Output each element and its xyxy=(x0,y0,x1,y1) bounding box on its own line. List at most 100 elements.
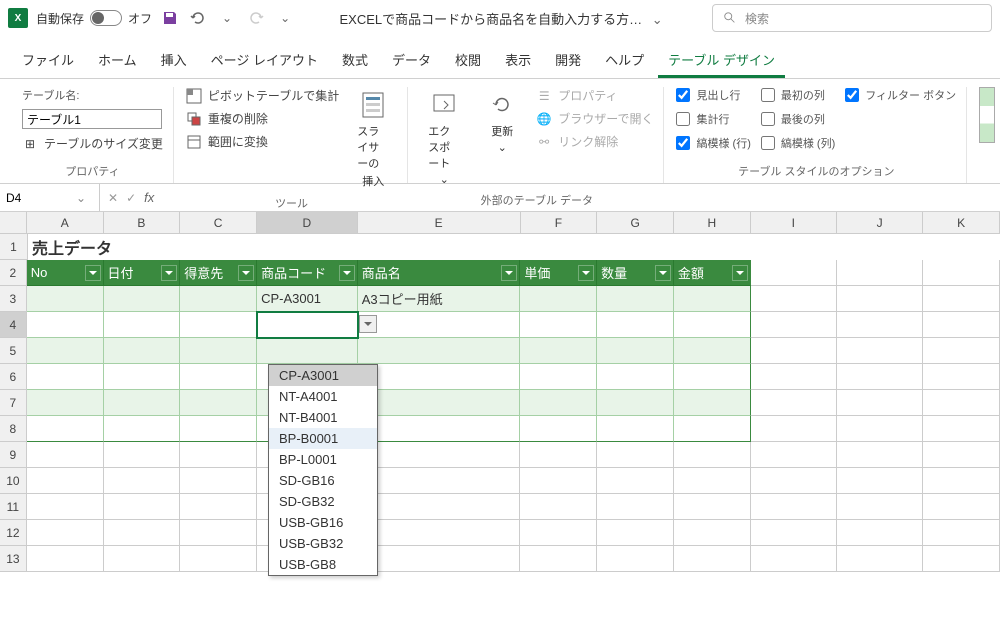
cell[interactable] xyxy=(597,546,674,572)
th-no[interactable]: No xyxy=(27,260,104,286)
col-header-K[interactable]: K xyxy=(923,212,1000,234)
header-row-checkbox[interactable]: 見出し行 xyxy=(676,87,750,103)
cell[interactable] xyxy=(923,364,1000,390)
cell[interactable] xyxy=(751,286,837,312)
cell[interactable] xyxy=(104,390,181,416)
cell[interactable] xyxy=(180,494,257,520)
cell[interactable] xyxy=(923,494,1000,520)
save-icon[interactable] xyxy=(160,8,180,28)
cell[interactable] xyxy=(104,338,181,364)
cell[interactable] xyxy=(27,468,104,494)
row-header-6[interactable]: 6 xyxy=(0,364,27,390)
cell[interactable] xyxy=(597,468,674,494)
cell[interactable] xyxy=(751,494,837,520)
cell[interactable] xyxy=(674,338,751,364)
autosave-toggle[interactable]: 自動保存 オフ xyxy=(36,10,152,27)
cell[interactable] xyxy=(923,390,1000,416)
cell[interactable] xyxy=(180,468,257,494)
cell[interactable] xyxy=(923,546,1000,572)
table-styles-preview[interactable] xyxy=(979,87,995,143)
cell[interactable] xyxy=(674,442,751,468)
cell[interactable] xyxy=(104,286,181,312)
cell[interactable] xyxy=(923,442,1000,468)
cell[interactable] xyxy=(751,416,837,442)
tab-home[interactable]: ホーム xyxy=(88,44,147,78)
cell[interactable] xyxy=(358,338,521,364)
cell[interactable] xyxy=(27,286,104,312)
cell[interactable] xyxy=(520,364,597,390)
banded-columns-checkbox[interactable]: 縞模様 (列) xyxy=(761,135,835,151)
cell[interactable] xyxy=(837,364,923,390)
cell[interactable] xyxy=(520,494,597,520)
redo-icon[interactable] xyxy=(246,8,266,28)
cell[interactable] xyxy=(520,390,597,416)
first-column-checkbox[interactable]: 最初の列 xyxy=(761,87,835,103)
cell[interactable] xyxy=(923,338,1000,364)
validation-dropdown[interactable]: CP-A3001 NT-A4001 NT-B4001 BP-B0001 BP-L… xyxy=(268,364,378,576)
cell[interactable] xyxy=(923,416,1000,442)
cell[interactable] xyxy=(180,390,257,416)
col-header-C[interactable]: C xyxy=(180,212,257,234)
cell[interactable] xyxy=(837,494,923,520)
cell[interactable] xyxy=(358,520,521,546)
cell[interactable] xyxy=(597,416,674,442)
filter-button-icon[interactable] xyxy=(238,265,254,281)
cell[interactable] xyxy=(751,468,837,494)
cell[interactable] xyxy=(837,312,923,338)
cell[interactable] xyxy=(751,338,837,364)
filter-button-icon[interactable] xyxy=(85,265,101,281)
cell[interactable] xyxy=(923,286,1000,312)
cell[interactable] xyxy=(837,260,923,286)
name-box[interactable]: ⌄ xyxy=(0,184,100,211)
cell[interactable] xyxy=(837,520,923,546)
remove-duplicates-button[interactable]: 重複の削除 xyxy=(186,110,339,127)
doc-title-chevron-icon[interactable]: ⌄ xyxy=(646,12,669,27)
row-header-10[interactable]: 10 xyxy=(0,468,27,494)
cell[interactable] xyxy=(27,416,104,442)
pivot-summarize-button[interactable]: ピボットテーブルで集計 xyxy=(186,87,339,104)
row-header-1[interactable]: 1 xyxy=(0,234,28,260)
cell[interactable] xyxy=(104,468,181,494)
dropdown-item[interactable]: CP-A3001 xyxy=(269,365,377,386)
cell[interactable] xyxy=(180,312,257,338)
cell[interactable] xyxy=(358,364,521,390)
cell[interactable] xyxy=(837,442,923,468)
cell[interactable] xyxy=(674,364,751,390)
undo-dropdown-icon[interactable]: ⌄ xyxy=(216,11,238,25)
cell[interactable] xyxy=(27,442,104,468)
row-header-8[interactable]: 8 xyxy=(0,416,27,442)
cell[interactable] xyxy=(837,416,923,442)
cell[interactable] xyxy=(257,338,358,364)
chevron-down-icon[interactable]: ⌄ xyxy=(76,191,86,205)
cell[interactable] xyxy=(27,546,104,572)
tab-tabledesign[interactable]: テーブル デザイン xyxy=(658,44,785,78)
dropdown-item[interactable]: USB-GB32 xyxy=(269,533,377,554)
cell[interactable] xyxy=(358,494,521,520)
cell[interactable] xyxy=(520,468,597,494)
th-customer[interactable]: 得意先 xyxy=(180,260,257,286)
insert-slicer-button[interactable]: スライサーの 挿入 xyxy=(349,87,397,191)
dropdown-item[interactable]: BP-B0001 xyxy=(269,428,377,449)
last-column-checkbox[interactable]: 最後の列 xyxy=(761,111,835,127)
cell[interactable] xyxy=(520,546,597,572)
cell[interactable] xyxy=(751,390,837,416)
resize-table-button[interactable]: ⊞ テーブルのサイズ変更 xyxy=(22,135,163,152)
th-code[interactable]: 商品コード xyxy=(257,260,358,286)
row-header-2[interactable]: 2 xyxy=(0,260,27,286)
cell[interactable] xyxy=(358,442,521,468)
tab-insert[interactable]: 挿入 xyxy=(151,44,197,78)
cell[interactable] xyxy=(674,546,751,572)
col-header-G[interactable]: G xyxy=(597,212,674,234)
cell[interactable] xyxy=(358,416,521,442)
dropdown-arrow-icon[interactable] xyxy=(359,315,377,333)
cell[interactable] xyxy=(674,468,751,494)
cell[interactable] xyxy=(358,390,521,416)
cell[interactable] xyxy=(104,546,181,572)
dropdown-item[interactable]: BP-L0001 xyxy=(269,449,377,470)
confirm-formula-icon[interactable]: ✓ xyxy=(126,191,136,205)
cell[interactable] xyxy=(674,286,751,312)
row-header-11[interactable]: 11 xyxy=(0,494,27,520)
cell[interactable] xyxy=(597,494,674,520)
cell[interactable] xyxy=(751,546,837,572)
th-date[interactable]: 日付 xyxy=(104,260,181,286)
